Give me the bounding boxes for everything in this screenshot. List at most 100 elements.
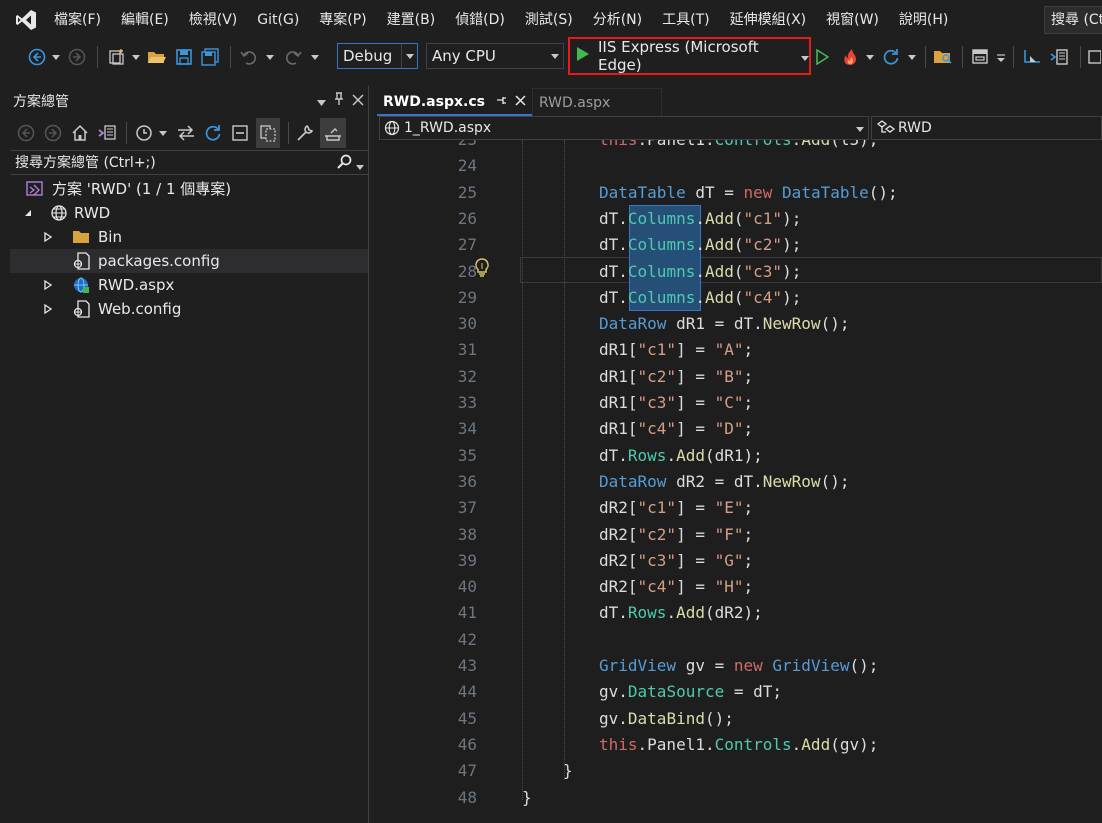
navigate-forward-icon[interactable] [66, 44, 88, 70]
menu-item[interactable]: 檔案(F) [52, 0, 111, 40]
code-line[interactable]: dT.Rows.Add(dR2); [599, 600, 763, 626]
tab-rwd-aspx[interactable]: RWD.aspx [532, 88, 662, 116]
solution-platform-select[interactable]: Any CPU [426, 43, 564, 69]
menu-item[interactable]: 專案(P) [309, 0, 376, 40]
properties-wrench-icon[interactable] [294, 120, 316, 146]
code-line[interactable]: dR1["c3"] = "C"; [599, 390, 753, 416]
search-options-dropdown-icon[interactable] [356, 154, 364, 178]
tree-item[interactable]: Bin [10, 225, 368, 249]
collapsed-chevron-icon[interactable] [42, 297, 54, 321]
code-line[interactable]: DataRow dR1 = dT.NewRow(); [599, 311, 849, 337]
code-line[interactable]: dT.Columns.Add("c2"); [599, 232, 801, 258]
menu-item[interactable]: 建置(B) [377, 0, 446, 40]
show-all-files-icon[interactable] [256, 118, 280, 148]
tree-item[interactable]: Web.config [10, 297, 368, 321]
redo-dropdown-icon[interactable] [309, 44, 321, 70]
code-line[interactable]: this.Panel1.Controls.Add(l3); [599, 140, 878, 153]
menu-item[interactable]: 工具(T) [652, 0, 719, 40]
forward-icon[interactable] [43, 120, 63, 146]
hot-reload-dropdown-icon[interactable] [864, 44, 876, 70]
type-navigation-dropdown[interactable]: RWD [871, 116, 1102, 140]
open-in-explorer-icon[interactable] [931, 44, 955, 70]
tab-rwd-aspx-cs[interactable]: RWD.aspx.cs [377, 88, 532, 116]
step-into-icon[interactable] [1020, 44, 1044, 70]
back-icon[interactable] [16, 120, 36, 146]
menu-item[interactable]: 檢視(V) [179, 0, 248, 40]
code-line[interactable]: DataRow dR2 = dT.NewRow(); [599, 469, 849, 495]
code-line[interactable]: dT.Columns.Add("c3"); [599, 259, 801, 285]
filter-dropdown-icon[interactable] [158, 120, 168, 146]
preview-selected-items-icon[interactable] [320, 118, 346, 148]
navigate-back-icon[interactable] [26, 44, 48, 70]
code-line[interactable]: gv.DataBind(); [599, 706, 734, 732]
menu-item[interactable]: 測試(S) [515, 0, 583, 40]
browser-refresh-icon[interactable] [880, 44, 902, 70]
pin-tab-icon[interactable] [496, 88, 507, 116]
format-document-icon[interactable] [1048, 44, 1072, 70]
menu-item[interactable]: 分析(N) [583, 0, 652, 40]
code-line[interactable]: DataTable dT = new DataTable(); [599, 180, 898, 206]
solution-explorer-search-input[interactable]: 搜尋方案總管 (Ctrl+;) [10, 150, 368, 175]
menu-item[interactable]: 視窗(W) [816, 0, 889, 40]
hot-reload-icon[interactable] [838, 44, 862, 70]
open-folder-icon[interactable] [146, 44, 168, 70]
code-line[interactable]: dR2["c4"] = "H"; [599, 574, 753, 600]
tree-item[interactable]: packages.config [10, 249, 368, 273]
code-line[interactable]: dR2["c1"] = "E"; [599, 495, 753, 521]
window-position-dropdown-icon[interactable] [317, 91, 326, 113]
splitter[interactable] [369, 86, 377, 823]
switch-views-icon[interactable] [96, 120, 118, 146]
global-search-box[interactable]: 搜尋 (Ct [1044, 6, 1102, 34]
collapse-all-icon[interactable] [229, 120, 251, 146]
chevron-down-icon[interactable] [801, 47, 809, 65]
start-without-debugging-icon[interactable] [812, 44, 832, 70]
menu-item[interactable]: 延伸模組(X) [720, 0, 817, 40]
new-project-dropdown-icon[interactable] [130, 44, 142, 70]
expanded-chevron-icon[interactable] [22, 201, 34, 225]
start-debugging-button[interactable]: IIS Express (Microsoft Edge) [568, 37, 811, 75]
toolbar-overflow-icon[interactable] [994, 44, 1008, 70]
pin-icon[interactable] [332, 91, 346, 113]
tree-item[interactable]: RWD.aspx [10, 273, 368, 297]
undo-dropdown-icon[interactable] [264, 44, 276, 70]
comment-icon[interactable] [1086, 44, 1102, 70]
project-navigation-dropdown[interactable]: 1_RWD.aspx [379, 116, 869, 140]
tree-solution-node[interactable]: 方案 'RWD' (1 / 1 個專案) [10, 177, 368, 201]
menu-item[interactable]: Git(G) [247, 0, 309, 40]
close-icon[interactable] [352, 91, 364, 113]
collapsed-chevron-icon[interactable] [42, 225, 54, 249]
menu-item[interactable]: 編輯(E) [111, 0, 179, 40]
back-dropdown-icon[interactable] [50, 44, 62, 70]
visual-studio-logo-icon[interactable] [0, 0, 52, 40]
home-icon[interactable] [70, 120, 90, 146]
code-line[interactable]: dR1["c1"] = "A"; [599, 337, 753, 363]
save-icon[interactable] [173, 44, 195, 70]
collapsed-chevron-icon[interactable] [42, 273, 54, 297]
code-line[interactable]: gv.DataSource = dT; [599, 679, 782, 705]
code-line[interactable]: dR1["c2"] = "B"; [599, 364, 753, 390]
redo-icon[interactable] [282, 44, 304, 70]
close-tab-icon[interactable] [515, 88, 526, 116]
code-line[interactable]: dR1["c4"] = "D"; [599, 416, 753, 442]
save-all-icon[interactable] [199, 44, 221, 70]
undo-icon[interactable] [238, 44, 260, 70]
refresh-dropdown-icon[interactable] [906, 44, 918, 70]
code-line[interactable]: } [522, 785, 532, 811]
search-icon[interactable] [336, 154, 352, 178]
tree-project-node[interactable]: RWD [10, 201, 368, 225]
menu-item[interactable]: 說明(H) [889, 0, 958, 40]
layout-window-icon[interactable] [968, 44, 992, 70]
code-line[interactable]: dR2["c3"] = "G"; [599, 548, 753, 574]
menu-item[interactable]: 偵錯(D) [445, 0, 515, 40]
code-line[interactable]: } [563, 758, 573, 784]
code-line[interactable]: dT.Columns.Add("c1"); [599, 206, 801, 232]
pending-changes-filter-icon[interactable] [134, 120, 154, 146]
code-line[interactable]: GridView gv = new GridView(); [599, 653, 878, 679]
refresh-icon[interactable] [202, 120, 224, 146]
code-line[interactable]: dT.Columns.Add("c4"); [599, 285, 801, 311]
solution-configuration-select[interactable]: Debug [337, 43, 418, 69]
code-line[interactable]: dT.Rows.Add(dR1); [599, 443, 763, 469]
sync-with-active-document-icon[interactable] [175, 120, 197, 146]
code-editor[interactable]: 23 24 25 26 27 28 29 30 31 32 33 34 35 36 37 38 39 40 41 42… [377, 140, 1102, 823]
code-line[interactable]: dR2["c2"] = "F"; [599, 522, 753, 548]
